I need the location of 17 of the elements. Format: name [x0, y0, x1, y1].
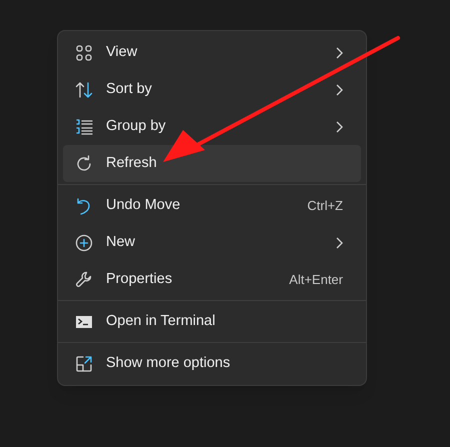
menu-item[interactable]: New: [63, 224, 361, 261]
menu-item[interactable]: Show more options: [63, 345, 361, 382]
list-icon: [74, 116, 94, 136]
menu-item[interactable]: Sort by: [63, 71, 361, 108]
shortcut-text: Alt+Enter: [289, 270, 343, 289]
menu-item[interactable]: Group by: [63, 108, 361, 145]
plus-circle-icon: [74, 232, 94, 252]
shortcut-text: Ctrl+Z: [307, 196, 343, 215]
wrench-icon: [74, 270, 94, 290]
menu-item[interactable]: Refresh: [63, 145, 361, 182]
grid-icon: [74, 42, 94, 62]
sort-icon: [74, 80, 94, 100]
menu-item[interactable]: Properties Alt+Enter: [63, 261, 361, 298]
menu-item[interactable]: View: [63, 34, 361, 71]
menu-item[interactable]: Undo Move Ctrl+Z: [63, 187, 361, 224]
expand-icon: [74, 354, 94, 374]
menu-item[interactable]: Open in Terminal: [63, 303, 361, 340]
